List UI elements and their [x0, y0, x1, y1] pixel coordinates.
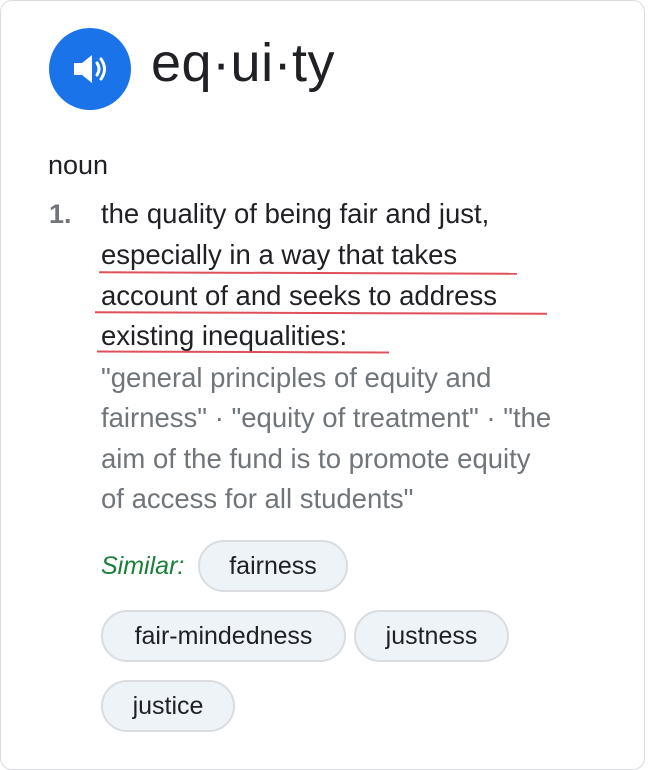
similar-chip-justness[interactable]: justness — [354, 610, 509, 662]
annotation-underline — [98, 271, 518, 275]
dictionary-card: eq·ui·ty noun 1. the quality of being fa… — [0, 0, 645, 770]
speaker-icon — [74, 55, 106, 83]
similar-chip-fair-mindedness[interactable]: fair-mindedness — [101, 610, 346, 662]
definition-line: the quality of being fair and just, — [101, 198, 490, 229]
definition-number: 1. — [49, 199, 72, 229]
annotation-underline — [94, 311, 548, 315]
definition-line: existing inequalities: — [101, 320, 348, 351]
part-of-speech: noun — [48, 150, 109, 180]
example-text: aim of the fund is to promote equity — [101, 443, 531, 474]
example-text: "general principles of equity and — [101, 362, 492, 393]
headword: eq·ui·ty — [151, 33, 336, 93]
example-text: of access for all students" — [101, 483, 414, 514]
pronunciation-button[interactable] — [49, 28, 131, 110]
similar-label: Similar: — [101, 552, 185, 580]
definition-line: account of and seeks to address — [101, 280, 497, 311]
example-text: fairness" · "equity of treatment" · "the — [101, 402, 552, 433]
definition-line: especially in a way that takes — [101, 239, 458, 270]
similar-chip-fairness[interactable]: fairness — [198, 540, 348, 592]
annotation-underline — [96, 350, 390, 354]
similar-chip-justice[interactable]: justice — [101, 680, 235, 732]
